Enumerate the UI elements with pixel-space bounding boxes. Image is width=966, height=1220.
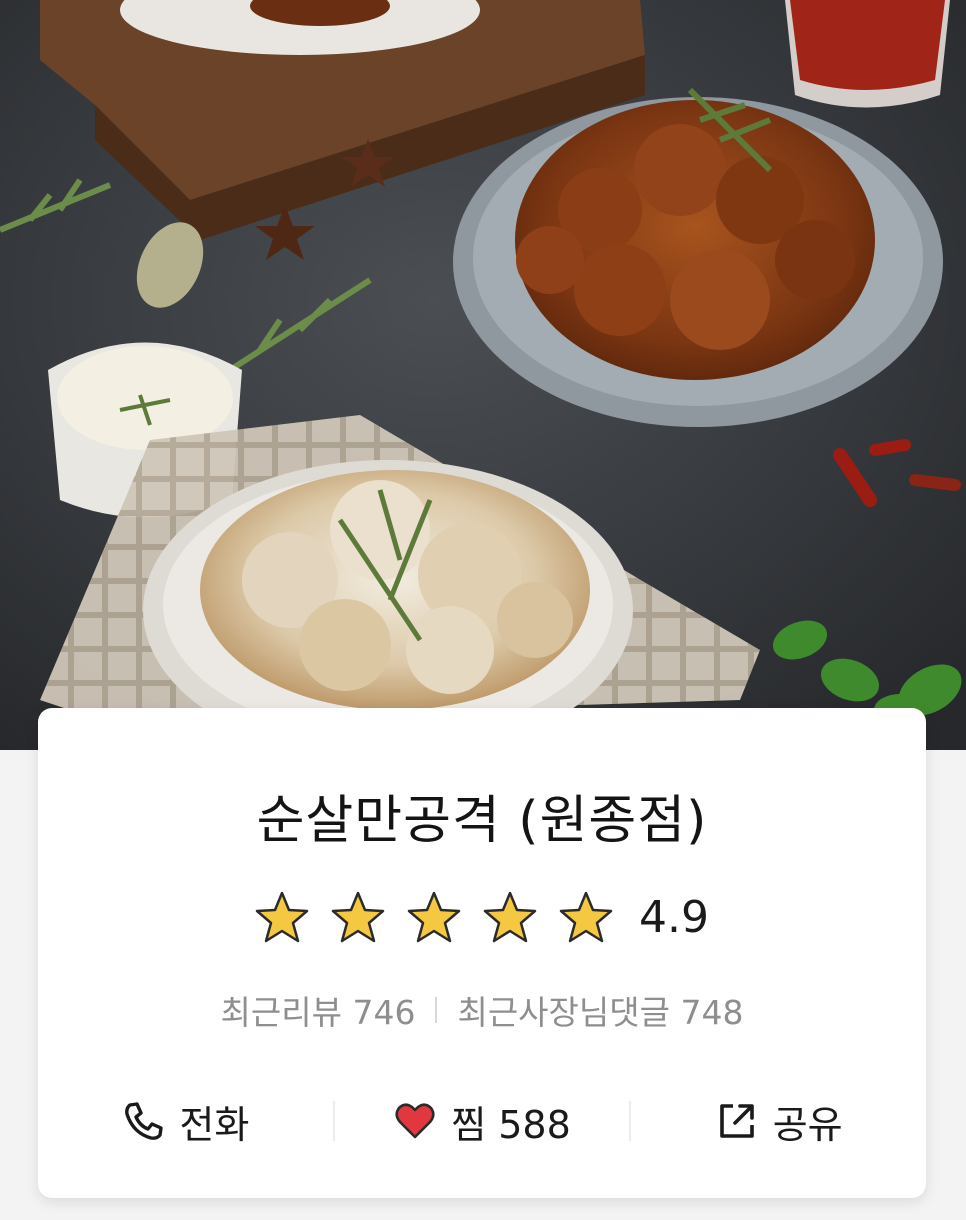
store-name: 순살만공격 (원종점) <box>256 791 708 851</box>
star-rating <box>255 890 613 944</box>
recent-reviews-link[interactable]: 최근리뷰 746 <box>221 986 416 1034</box>
star-icon <box>559 891 613 943</box>
heart-icon <box>395 1103 435 1139</box>
rating-row: 4.9 <box>38 890 926 944</box>
hero-food-image <box>0 0 966 750</box>
star-icon <box>255 891 309 943</box>
call-label: 전화 <box>179 1102 250 1147</box>
review-stats: 최근리뷰 746 최근사장님댓글 748 <box>38 986 926 1034</box>
share-icon <box>719 1104 754 1138</box>
star-icon <box>407 891 461 943</box>
hero-illustration <box>0 0 966 750</box>
store-info-card: 순살만공격 (원종점) 4.9 최근리뷰 746 최근사장님댓글 748 전화 … <box>38 708 926 1198</box>
share-button[interactable]: 공유 <box>631 1094 926 1149</box>
favorite-label: 찜 588 <box>451 1102 571 1147</box>
share-label: 공유 <box>772 1102 843 1147</box>
recent-owner-replies-link[interactable]: 최근사장님댓글 748 <box>457 986 743 1034</box>
call-button[interactable]: 전화 <box>38 1094 333 1149</box>
phone-icon <box>125 1102 164 1140</box>
star-icon <box>331 891 385 943</box>
plate-cream-chicken <box>143 460 633 750</box>
star-icon <box>483 891 537 943</box>
red-sauce-cup <box>785 0 950 108</box>
stats-divider <box>435 997 438 1023</box>
favorite-button[interactable]: 찜 588 <box>335 1094 630 1149</box>
action-bar: 전화 찜 588 공유 <box>38 1086 926 1156</box>
rating-value: 4.9 <box>639 891 709 943</box>
